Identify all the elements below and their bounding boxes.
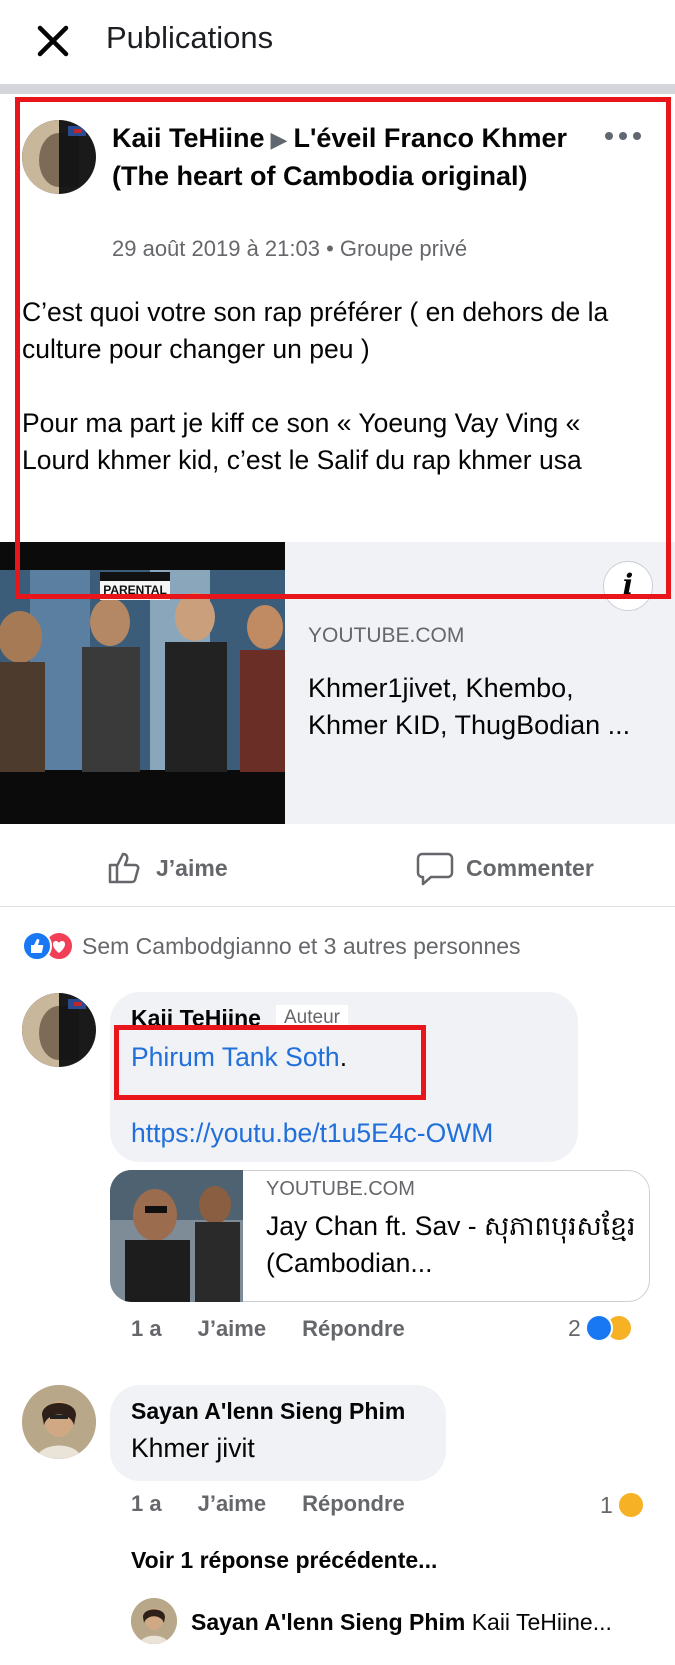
comment-button[interactable]: Commenter — [416, 848, 594, 888]
reactions-summary[interactable]: Sem Cambodgianno et 3 autres personnes — [22, 930, 521, 962]
separator — [0, 84, 675, 94]
reply-author[interactable]: Sayan A'lenn Sieng Phim — [191, 1609, 465, 1635]
view-previous-replies[interactable]: Voir 1 réponse précédente... — [131, 1547, 437, 1574]
comment-reactions[interactable]: 2 — [568, 1314, 633, 1342]
divider — [0, 906, 675, 907]
comment-avatar[interactable] — [22, 993, 96, 1067]
comment-like-button[interactable]: J’aime — [198, 1491, 267, 1517]
comment-actions: 1 a J’aime Répondre — [131, 1491, 405, 1517]
like-button[interactable]: J’aime — [106, 848, 228, 888]
comment-like-button[interactable]: J’aime — [198, 1316, 267, 1342]
comment-time[interactable]: 1 a — [131, 1316, 162, 1342]
card-source: YOUTUBE.COM — [266, 1178, 415, 1200]
like-label: J’aime — [156, 854, 228, 881]
comment-reply-button[interactable]: Répondre — [302, 1316, 405, 1342]
annotation-box-post — [15, 97, 671, 599]
reply-avatar[interactable] — [131, 1598, 177, 1644]
haha-reaction-icon — [616, 1491, 645, 1519]
comment-reactions[interactable]: 1 — [600, 1491, 645, 1519]
comment-reply-button[interactable]: Répondre — [302, 1491, 405, 1517]
card-title[interactable]: Jay Chan ft. Sav - សុភាពបុរសខ្មែរ (Cambo… — [266, 1208, 636, 1282]
reactions-summary-text: Sem Cambodgianno et 3 autres personnes — [82, 932, 521, 959]
comment-label: Commenter — [466, 854, 594, 881]
thumbs-up-icon — [108, 852, 140, 884]
comment-author[interactable]: Kaii TeHiine — [131, 1005, 261, 1027]
reply-text: Kaii TeHiine... — [471, 1609, 612, 1635]
comment-text: Khmer jivit — [131, 1433, 255, 1463]
page-title: Publications — [106, 20, 274, 55]
author-badge: Auteur — [276, 1005, 348, 1027]
comment-link[interactable]: https://youtu.be/t1u5E4c-OWM — [131, 1118, 493, 1149]
like-reaction-icon — [22, 931, 52, 961]
comment-reaction-count: 1 — [600, 1491, 613, 1518]
comment-time[interactable]: 1 a — [131, 1491, 162, 1517]
top-bar — [0, 0, 675, 80]
comment-author[interactable]: Sayan A'lenn Sieng Phim — [131, 1398, 405, 1425]
reply-preview[interactable]: Sayan A'lenn Sieng Phim Kaii TeHiine... — [191, 1609, 612, 1636]
preview-source: YOUTUBE.COM — [308, 624, 465, 647]
comment-bubble-icon — [416, 852, 454, 886]
card-thumbnail[interactable] — [110, 1170, 243, 1302]
comment-actions: 1 a J’aime Répondre — [131, 1316, 405, 1342]
close-icon[interactable] — [30, 18, 76, 64]
annotation-box-mention — [114, 1025, 426, 1100]
comment-reaction-count: 2 — [568, 1314, 581, 1341]
like-reaction-icon — [584, 1314, 613, 1342]
preview-title[interactable]: Khmer1jivet, Khembo, Khmer KID, ThugBodi… — [308, 670, 658, 744]
comment-avatar[interactable] — [22, 1385, 96, 1459]
